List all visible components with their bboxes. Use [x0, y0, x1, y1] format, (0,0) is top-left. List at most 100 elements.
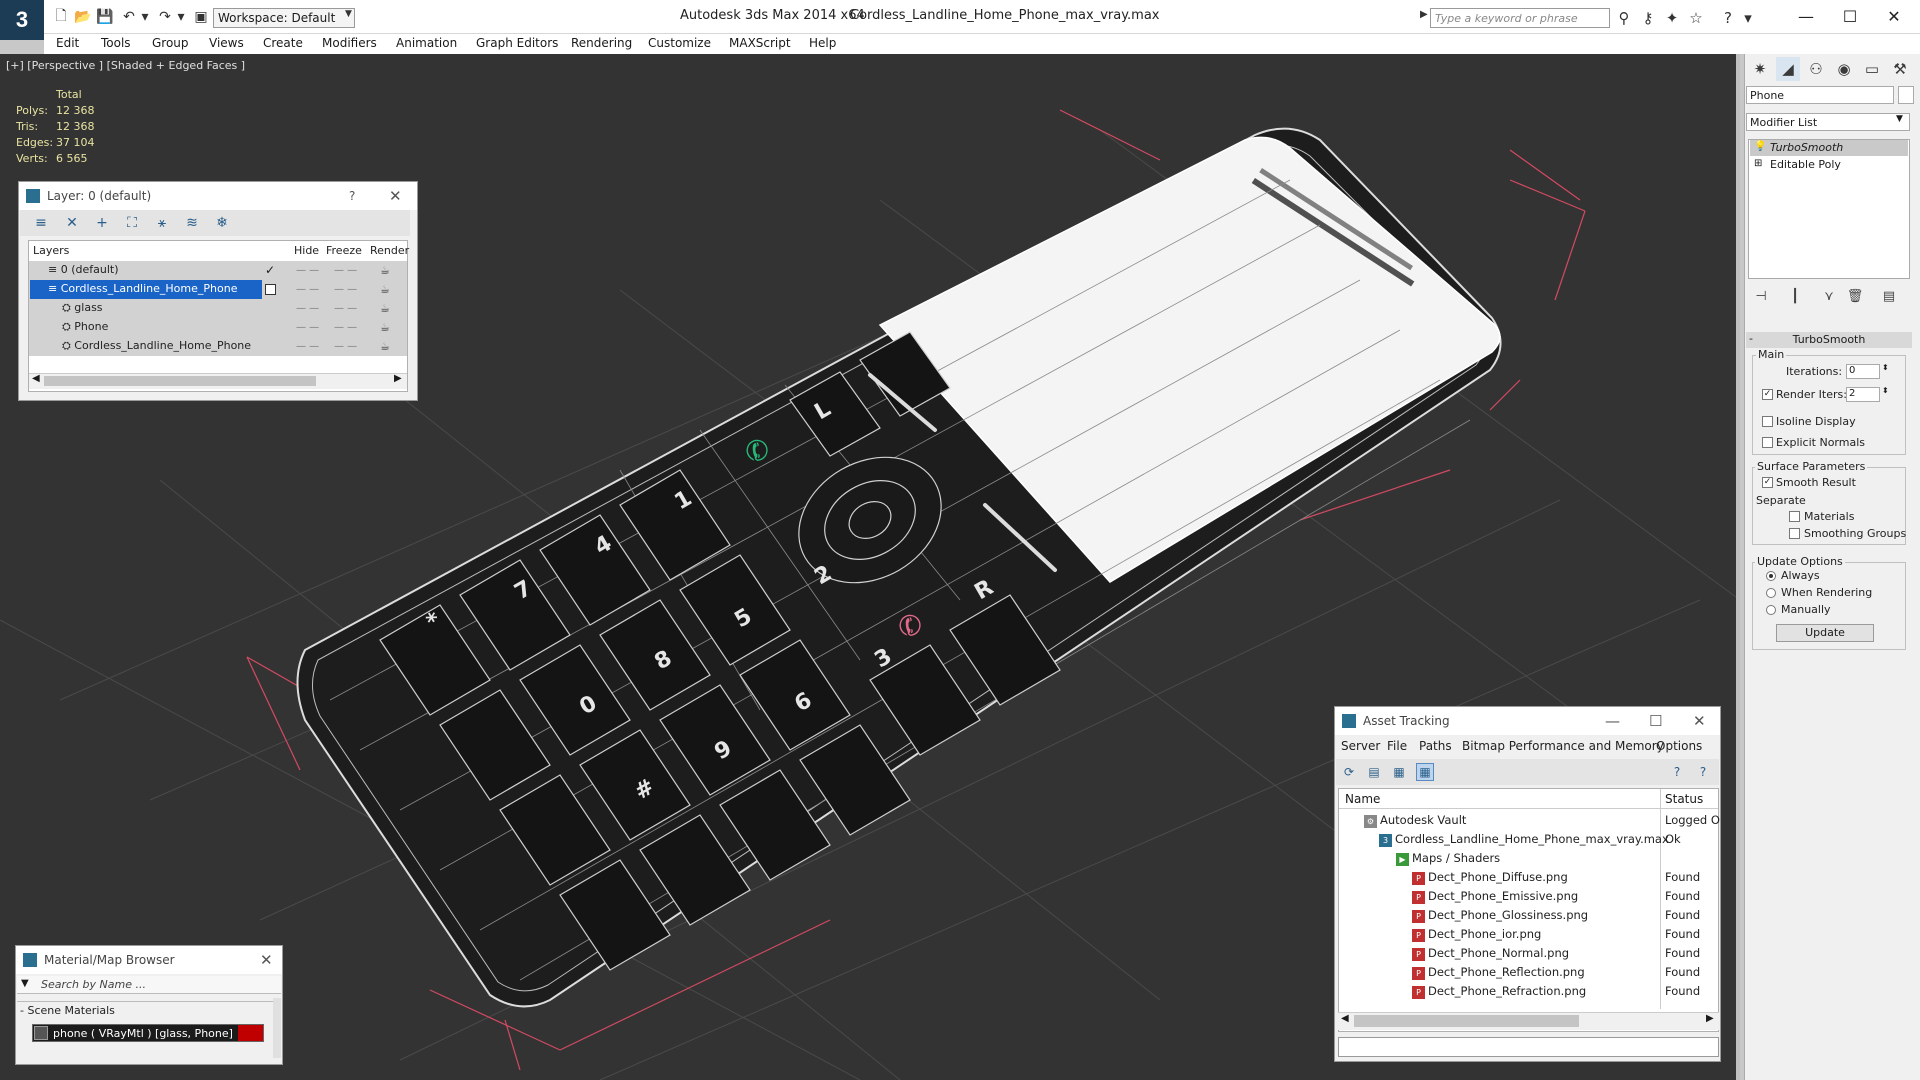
- layer-col-render[interactable]: Render: [370, 244, 409, 257]
- asset-row-emissive[interactable]: P Dect_Phone_Emissive.png: [1412, 889, 1578, 908]
- favorites-star-icon[interactable]: ☆: [1686, 8, 1706, 28]
- freeze-all-icon[interactable]: ❄: [213, 214, 231, 232]
- asset-menu-options[interactable]: Options: [1656, 739, 1702, 753]
- object-color-swatch[interactable]: [1898, 86, 1914, 104]
- asset-menu-bitmap-performance[interactable]: Bitmap Performance and Memory: [1462, 739, 1664, 753]
- spinner-arrows-icon[interactable]: ⬍: [1882, 363, 1889, 372]
- workspace-dropdown-icon[interactable]: ▼: [345, 9, 357, 27]
- layer-row-default[interactable]: ≡ 0 (default): [48, 263, 119, 282]
- asset-maximize-icon[interactable]: ☐: [1649, 712, 1662, 730]
- layer-col-layers[interactable]: Layers: [33, 244, 69, 257]
- select-objects-icon[interactable]: ⛶: [123, 214, 141, 232]
- infocenter-collapse-icon[interactable]: ▶: [1420, 9, 1428, 20]
- asset-menu-server[interactable]: Server: [1341, 739, 1380, 753]
- layer-col-freeze[interactable]: Freeze: [326, 244, 362, 257]
- menu-create[interactable]: Create: [263, 34, 303, 54]
- menu-maxscript[interactable]: MAXScript: [729, 34, 791, 54]
- light-bulb-icon[interactable]: 💡: [1754, 141, 1766, 152]
- expand-plus-icon[interactable]: ⊞: [1754, 158, 1762, 169]
- hide-toggle[interactable]: — —: [296, 303, 319, 314]
- asset-row-refraction[interactable]: P Dect_Phone_Refraction.png: [1412, 984, 1586, 1003]
- hide-toggle[interactable]: — —: [296, 265, 319, 276]
- layer-panel-title-bar[interactable]: Layer: 0 (default) ? ✕: [19, 182, 417, 210]
- material-item-phone[interactable]: phone ( VRayMtl ) [glass, Phone]: [32, 1024, 264, 1042]
- material-browser-close-icon[interactable]: ✕: [260, 951, 273, 969]
- asset-help-icon[interactable]: ?: [1668, 763, 1686, 781]
- menu-customize[interactable]: Customize: [648, 34, 711, 54]
- undo-dropdown-icon[interactable]: ▾: [136, 8, 154, 26]
- modifier-list-select[interactable]: Modifier List: [1746, 113, 1910, 131]
- iterations-spinner[interactable]: 0: [1846, 364, 1880, 379]
- workspace-select[interactable]: Workspace: Default: [213, 8, 355, 28]
- menu-rendering[interactable]: Rendering: [571, 34, 632, 54]
- stack-item-editable-poly[interactable]: Editable Poly: [1750, 157, 1908, 173]
- configure-sets-icon[interactable]: ▤: [1880, 287, 1898, 305]
- material-search-input[interactable]: Search by Name ...: [17, 976, 281, 994]
- scroll-right-icon[interactable]: ▶: [394, 373, 402, 384]
- scroll-left-icon[interactable]: ◀: [32, 373, 40, 384]
- menu-edit[interactable]: Edit: [56, 34, 79, 54]
- help-dropdown-icon[interactable]: ▾: [1738, 8, 1758, 28]
- scroll-left-icon[interactable]: ◀: [1341, 1013, 1349, 1024]
- scroll-right-icon[interactable]: ▶: [1706, 1013, 1714, 1024]
- asset-row-vault[interactable]: ⚙ Autodesk Vault: [1364, 813, 1466, 832]
- save-file-icon[interactable]: 💾: [96, 8, 114, 26]
- asset-minimize-icon[interactable]: —: [1605, 712, 1620, 730]
- hide-toggle[interactable]: — —: [296, 341, 319, 352]
- layer-help-icon[interactable]: ?: [349, 189, 355, 203]
- asset-whats-this-icon[interactable]: ?: [1694, 763, 1712, 781]
- material-browser-title-bar[interactable]: Material/Map Browser ✕: [16, 946, 282, 974]
- materials-checkbox[interactable]: [1789, 511, 1800, 522]
- scene-materials-group[interactable]: - Scene Materials: [20, 1004, 270, 1020]
- freeze-toggle[interactable]: — —: [334, 265, 357, 276]
- project-folder-icon[interactable]: ▣: [192, 8, 210, 26]
- freeze-toggle[interactable]: — —: [334, 284, 357, 295]
- update-button[interactable]: Update: [1776, 624, 1874, 642]
- modify-tab-icon[interactable]: ◢: [1776, 57, 1800, 81]
- asset-menu-file[interactable]: File: [1387, 739, 1407, 753]
- asset-path-field[interactable]: [1338, 1037, 1719, 1057]
- material-scrollbar[interactable]: [273, 998, 281, 1058]
- layer-scroll-thumb[interactable]: [44, 376, 316, 386]
- motion-tab-icon[interactable]: ◉: [1832, 57, 1856, 81]
- modifier-list-dropdown-icon[interactable]: ▼: [1896, 114, 1903, 124]
- menu-tools[interactable]: Tools: [101, 34, 131, 54]
- asset-row-maps-shaders[interactable]: ▶ Maps / Shaders: [1396, 851, 1500, 870]
- active-layer-checkbox[interactable]: [265, 284, 276, 295]
- render-teapot-icon[interactable]: ☕: [380, 302, 390, 315]
- utilities-tab-icon[interactable]: ⚒: [1888, 57, 1912, 81]
- menu-modifiers[interactable]: Modifiers: [322, 34, 377, 54]
- explicit-normals-checkbox[interactable]: [1762, 437, 1773, 448]
- maximize-icon[interactable]: ☐: [1830, 4, 1870, 28]
- asset-scroll-thumb[interactable]: [1354, 1015, 1579, 1027]
- freeze-toggle[interactable]: — —: [334, 322, 357, 333]
- asset-tracking-title-bar[interactable]: Asset Tracking — ☐ ✕: [1335, 707, 1720, 735]
- render-teapot-icon[interactable]: ☕: [380, 283, 390, 296]
- render-teapot-icon[interactable]: ☕: [380, 264, 390, 277]
- menu-animation[interactable]: Animation: [396, 34, 457, 54]
- redo-dropdown-icon[interactable]: ▾: [172, 8, 190, 26]
- render-teapot-icon[interactable]: ☕: [380, 321, 390, 334]
- search-input[interactable]: Type a keyword or phrase: [1430, 8, 1610, 28]
- make-unique-icon[interactable]: ⋎: [1820, 287, 1838, 305]
- asset-col-status[interactable]: Status: [1665, 792, 1703, 806]
- stack-item-turbosmooth[interactable]: TurboSmooth: [1750, 140, 1908, 156]
- new-layer-icon[interactable]: ≡: [32, 214, 50, 232]
- layer-col-hide[interactable]: Hide: [294, 244, 319, 257]
- remove-modifier-icon[interactable]: 🗑: [1846, 287, 1864, 305]
- help-icon[interactable]: ?: [1718, 8, 1738, 28]
- binoculars-icon[interactable]: ⚲: [1614, 8, 1634, 28]
- render-teapot-icon[interactable]: ☕: [380, 340, 390, 353]
- viewport-label[interactable]: [+] [Perspective ] [Shaded + Edged Faces…: [6, 59, 245, 72]
- layer-row-phone[interactable]: ⛭ Phone: [62, 320, 108, 339]
- delete-layer-icon[interactable]: ✕: [63, 214, 81, 232]
- list-view-icon[interactable]: ▤: [1365, 763, 1383, 781]
- layer-row-cordless-object[interactable]: ⛭ Cordless_Landline_Home_Phone: [62, 339, 251, 358]
- asset-row-max-file[interactable]: 3 Cordless_Landline_Home_Phone_max_vray.m…: [1379, 832, 1669, 851]
- close-icon[interactable]: ✕: [1874, 4, 1914, 28]
- spinner-arrows-icon[interactable]: ⬍: [1882, 386, 1889, 395]
- show-end-result-icon[interactable]: ┃: [1786, 287, 1804, 305]
- communication-icon[interactable]: ✦: [1662, 8, 1682, 28]
- hide-toggle[interactable]: — —: [296, 284, 319, 295]
- create-tab-icon[interactable]: ✷: [1748, 57, 1772, 81]
